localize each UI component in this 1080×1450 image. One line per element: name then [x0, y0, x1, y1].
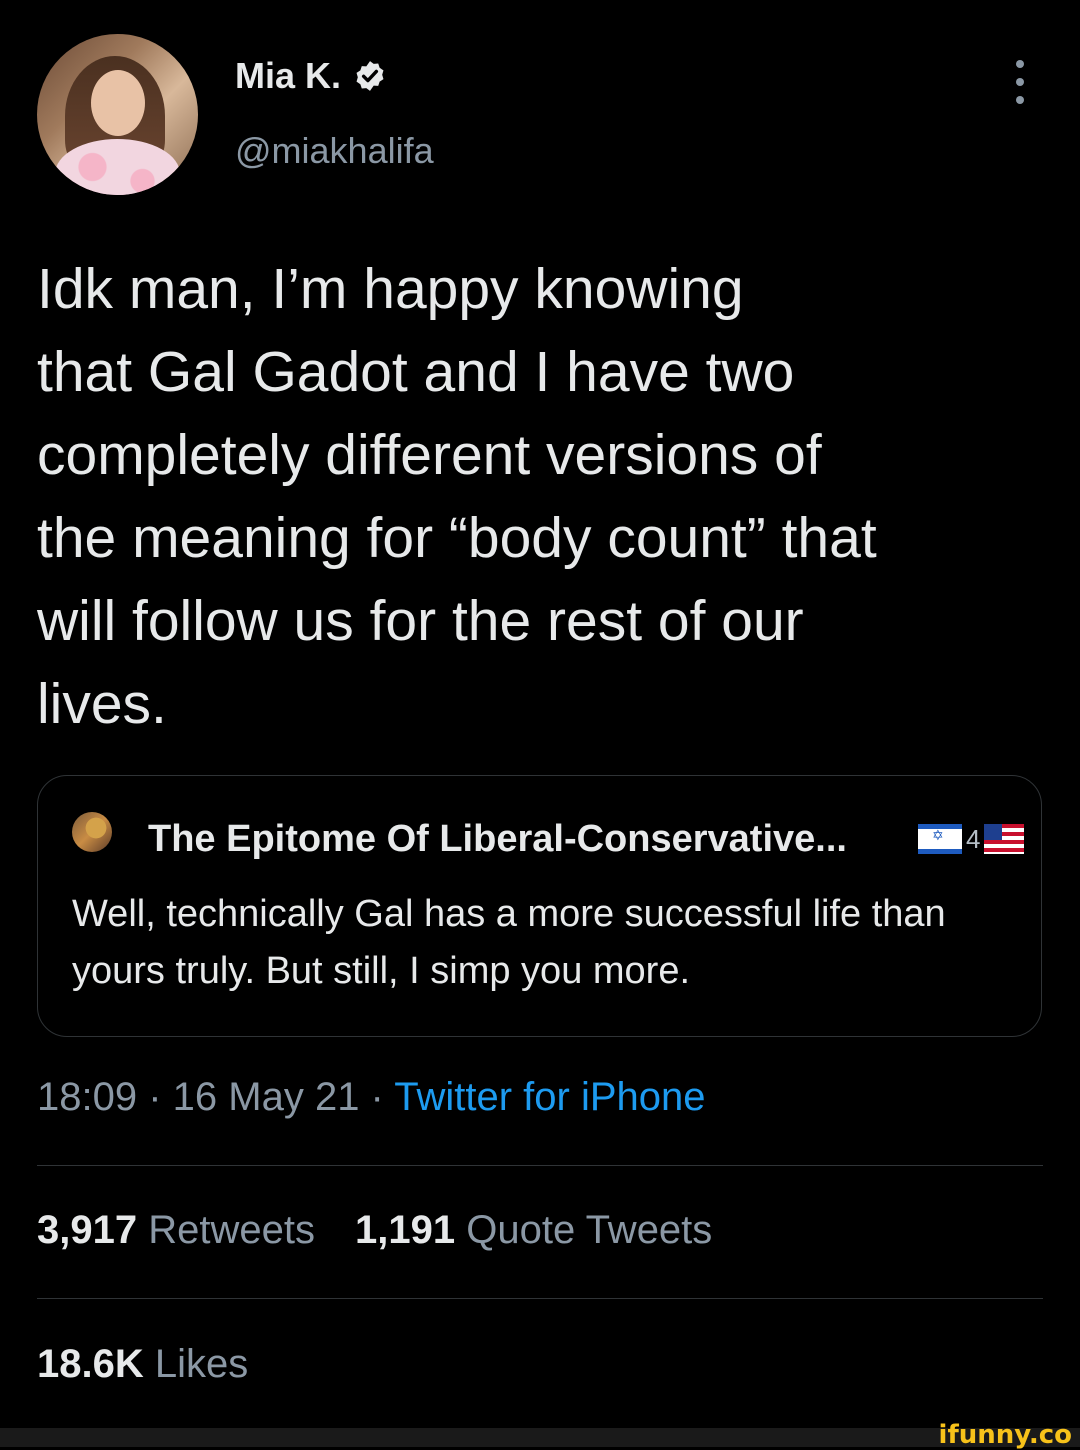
author-name-row[interactable]: Mia K.: [235, 55, 387, 97]
likes-stat[interactable]: 18.6K Likes: [37, 1342, 248, 1387]
tweet-body: Idk man, I’m happy knowing that Gal Gado…: [37, 257, 877, 736]
retweets-label: Retweets: [148, 1208, 315, 1252]
quoted-author-flag-text: 4: [966, 824, 981, 854]
footer-bar: [0, 1428, 1080, 1447]
meta-separator: ·: [137, 1075, 173, 1119]
retweets-stat[interactable]: 3,917 Retweets: [37, 1208, 315, 1253]
israel-flag-icon: [918, 824, 962, 854]
quoted-author-flags: 4: [918, 824, 1025, 854]
quoted-tweet-card[interactable]: The Epitome Of Liberal-Conservative... 4…: [37, 775, 1042, 1037]
likes-count: 18.6K: [37, 1342, 144, 1386]
ifunny-watermark: ifunny.co: [938, 1420, 1072, 1450]
divider: [37, 1165, 1043, 1166]
tweet-source-link[interactable]: Twitter for iPhone: [394, 1075, 705, 1119]
likes-label: Likes: [154, 1342, 249, 1386]
avatar-face: [91, 70, 145, 136]
quote-tweets-count: 1,191: [354, 1208, 456, 1252]
quote-tweets-label: Quote Tweets: [466, 1208, 713, 1252]
author-avatar[interactable]: [37, 34, 198, 195]
tweet-date: 16 May 21: [172, 1075, 360, 1119]
meta-separator: ·: [359, 1075, 395, 1119]
us-flag-icon: [984, 824, 1025, 854]
quote-tweets-stat[interactable]: 1,191 Quote Tweets: [355, 1208, 712, 1253]
tweet-time: 18:09: [37, 1075, 138, 1119]
quoted-author-name[interactable]: The Epitome Of Liberal-Conservative...: [148, 818, 847, 861]
quoted-author-avatar[interactable]: [72, 812, 112, 852]
retweets-count: 3,917: [37, 1208, 138, 1252]
engagement-stats: 3,917 Retweets 1,191 Quote Tweets: [37, 1208, 712, 1253]
more-options-icon[interactable]: [1008, 60, 1032, 104]
author-display-name[interactable]: Mia K.: [235, 55, 341, 97]
verified-badge-icon: [356, 61, 384, 91]
tweet-meta: 18:09 · 16 May 21 · Twitter for iPhone: [37, 1075, 706, 1120]
quoted-tweet-text: Well, technically Gal has a more success…: [72, 893, 946, 992]
author-handle[interactable]: @miakhalifa: [235, 130, 434, 172]
divider: [37, 1298, 1043, 1299]
